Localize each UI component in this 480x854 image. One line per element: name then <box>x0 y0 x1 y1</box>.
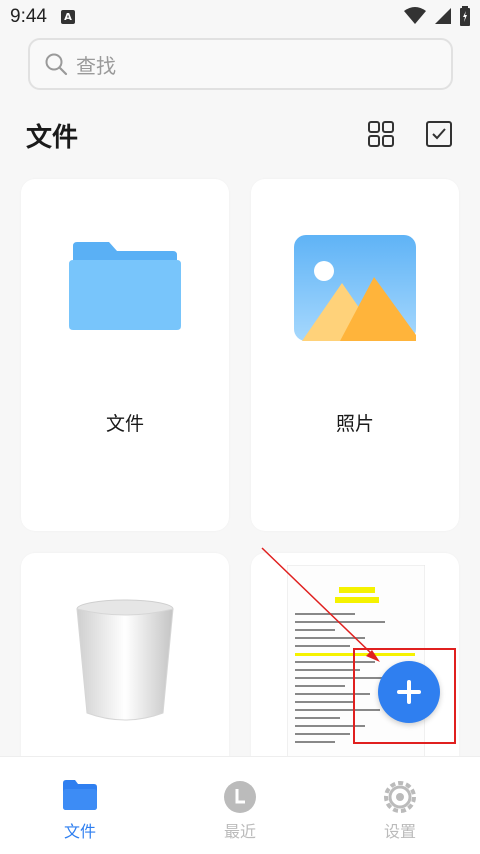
files-card[interactable]: 文件 <box>21 179 229 531</box>
select-checkbox-icon[interactable] <box>424 119 454 149</box>
page-title: 文件 <box>26 123 79 153</box>
photos-card-label: 照片 <box>335 413 374 435</box>
add-button[interactable] <box>378 661 440 723</box>
plus-icon <box>397 680 421 704</box>
search-bar[interactable]: 查找 <box>28 38 453 90</box>
bottom-navigation: 文件 最近 设置 <box>0 756 480 854</box>
status-icons <box>404 6 470 26</box>
notification-badge-icon: A <box>60 10 75 24</box>
nav-item-recent[interactable]: 最近 <box>160 757 320 854</box>
status-bar: 9:44 A <box>0 0 480 34</box>
clock-icon <box>224 781 256 813</box>
nav-item-files[interactable]: 文件 <box>0 757 160 854</box>
nav-label-files: 文件 <box>63 822 96 841</box>
gear-icon <box>384 781 416 813</box>
wifi-icon <box>404 7 426 24</box>
nav-label-settings: 设置 <box>383 822 416 841</box>
nav-label-recent: 最近 <box>223 822 256 841</box>
signal-icon <box>435 8 451 24</box>
folder-icon <box>63 780 97 810</box>
status-time: 9:44 <box>10 6 47 27</box>
search-icon <box>45 53 68 76</box>
nav-item-settings[interactable]: 设置 <box>320 757 480 854</box>
photos-card[interactable]: 照片 <box>251 179 459 531</box>
search-input[interactable]: 查找 <box>76 50 116 79</box>
trash-icon <box>76 599 174 721</box>
photo-icon <box>294 235 416 341</box>
files-card-label: 文件 <box>105 413 144 435</box>
trash-card[interactable] <box>21 553 229 773</box>
grid-view-icon[interactable] <box>366 119 396 149</box>
battery-icon <box>460 6 470 26</box>
folder-icon <box>69 242 181 330</box>
